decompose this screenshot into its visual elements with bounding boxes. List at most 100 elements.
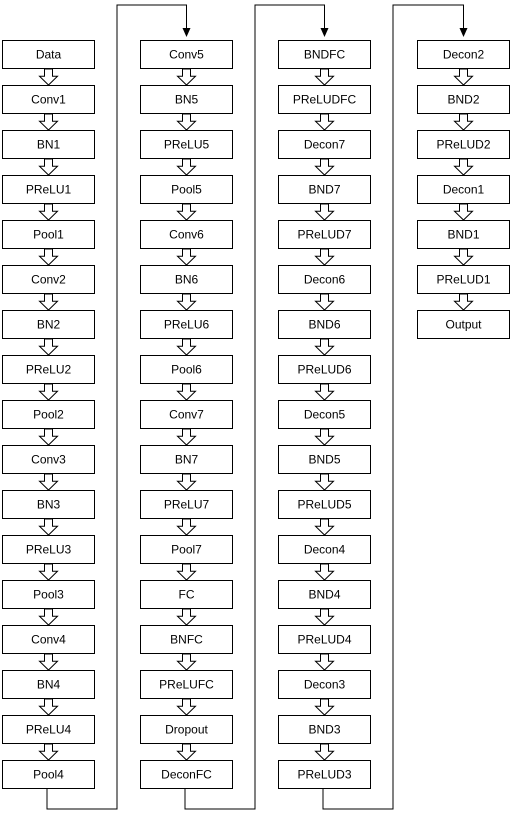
- node-label: BN3: [37, 498, 61, 512]
- node-fc: FC: [140, 580, 233, 609]
- node-pool6: Pool6: [140, 355, 233, 384]
- connector-arrowhead: [459, 28, 468, 37]
- node-prelud7: PReLUD7: [278, 220, 371, 249]
- node-label: Conv5: [169, 48, 204, 62]
- node-bnd7: BND7: [278, 175, 371, 204]
- flow-arrow: [176, 203, 197, 221]
- node-label: Dropout: [165, 723, 208, 737]
- node-prelu1: PReLU1: [2, 175, 95, 204]
- node-label: PReLU5: [164, 138, 210, 152]
- node-prelud1: PReLUD1: [417, 265, 510, 294]
- node-bn1: BN1: [2, 130, 95, 159]
- node-label: BN4: [37, 678, 61, 692]
- node-label: PReLUFC: [159, 678, 214, 692]
- node-deconfc: DeconFC: [140, 760, 233, 789]
- node-label: PReLU6: [164, 318, 210, 332]
- node-conv7: Conv7: [140, 400, 233, 429]
- node-decon4: Decon4: [278, 535, 371, 564]
- node-label: DeconFC: [161, 768, 212, 782]
- flow-arrow: [38, 293, 59, 311]
- node-bn4: BN4: [2, 670, 95, 699]
- flow-arrow: [38, 428, 59, 446]
- node-bndfc: BNDFC: [278, 40, 371, 69]
- node-label: Output: [445, 318, 482, 332]
- node-label: Conv1: [31, 93, 66, 107]
- node-conv3: Conv3: [2, 445, 95, 474]
- node-conv6: Conv6: [140, 220, 233, 249]
- column-4: Decon2 BND2 PReLUD2 Decon1 BND1 PReLUD1 Output: [417, 40, 510, 339]
- node-bnd2: BND2: [417, 85, 510, 114]
- flow-arrow: [453, 293, 474, 311]
- node-label: Conv6: [169, 228, 204, 242]
- node-label: Pool2: [33, 408, 64, 422]
- flow-arrow: [38, 383, 59, 401]
- node-dropout: Dropout: [140, 715, 233, 744]
- flow-arrow: [176, 338, 197, 356]
- node-label: PReLUD3: [297, 768, 351, 782]
- node-output: Output: [417, 310, 510, 339]
- node-bn7: BN7: [140, 445, 233, 474]
- node-prelu4: PReLU4: [2, 715, 95, 744]
- node-bnd3: BND3: [278, 715, 371, 744]
- node-bnd6: BND6: [278, 310, 371, 339]
- node-label: BND3: [308, 723, 340, 737]
- node-conv1: Conv1: [2, 85, 95, 114]
- flow-arrow: [314, 563, 335, 581]
- node-bn6: BN6: [140, 265, 233, 294]
- node-label: BN5: [175, 93, 199, 107]
- flow-arrow: [314, 473, 335, 491]
- node-label: Decon1: [443, 183, 485, 197]
- node-label: BNFC: [170, 633, 203, 647]
- flow-arrow: [453, 203, 474, 221]
- node-prelu3: PReLU3: [2, 535, 95, 564]
- node-pool3: Pool3: [2, 580, 95, 609]
- node-label: PReLU7: [164, 498, 210, 512]
- flow-arrow: [176, 608, 197, 626]
- node-label: Conv2: [31, 273, 66, 287]
- connector-arrowhead: [320, 28, 329, 37]
- node-label: Decon2: [443, 48, 485, 62]
- node-prelud2: PReLUD2: [417, 130, 510, 159]
- flow-arrow: [38, 563, 59, 581]
- column-3: BNDFC PReLUDFC Decon7 BND7 PReLUD7 Decon6 BND6…: [278, 40, 371, 789]
- flow-arrow: [176, 383, 197, 401]
- node-preludfc: PReLUDFC: [278, 85, 371, 114]
- node-label: Pool6: [171, 363, 202, 377]
- node-prelud5: PReLUD5: [278, 490, 371, 519]
- flow-arrow: [176, 698, 197, 716]
- node-prelufc: PReLUFC: [140, 670, 233, 699]
- node-pool2: Pool2: [2, 400, 95, 429]
- flow-arrow: [453, 113, 474, 131]
- flow-arrow: [314, 383, 335, 401]
- flow-arrow: [38, 608, 59, 626]
- node-prelud6: PReLUD6: [278, 355, 371, 384]
- node-bn5: BN5: [140, 85, 233, 114]
- node-label: PReLUDFC: [293, 93, 357, 107]
- node-label: PReLU1: [26, 183, 72, 197]
- node-label: BND1: [447, 228, 479, 242]
- node-bnfc: BNFC: [140, 625, 233, 654]
- node-label: BN6: [175, 273, 199, 287]
- node-label: Conv4: [31, 633, 66, 647]
- node-label: PReLU3: [26, 543, 72, 557]
- flow-arrow: [38, 743, 59, 761]
- node-label: Decon5: [304, 408, 346, 422]
- flow-arrow: [38, 653, 59, 671]
- flow-arrow: [314, 428, 335, 446]
- flow-arrow: [38, 698, 59, 716]
- flow-arrow: [314, 113, 335, 131]
- node-prelud4: PReLUD4: [278, 625, 371, 654]
- node-label: PReLU4: [26, 723, 72, 737]
- node-label: Pool7: [171, 543, 202, 557]
- flow-arrow: [314, 338, 335, 356]
- flow-arrow: [176, 653, 197, 671]
- column-2: Conv5 BN5 PReLU5 Pool5 Conv6 BN6 PReLU6 Pool6 Co…: [140, 40, 233, 789]
- node-decon6: Decon6: [278, 265, 371, 294]
- node-conv2: Conv2: [2, 265, 95, 294]
- node-label: Decon6: [304, 273, 346, 287]
- node-label: BN2: [37, 318, 61, 332]
- node-label: Decon3: [304, 678, 346, 692]
- flow-arrow: [314, 293, 335, 311]
- flow-arrow: [453, 248, 474, 266]
- node-decon1: Decon1: [417, 175, 510, 204]
